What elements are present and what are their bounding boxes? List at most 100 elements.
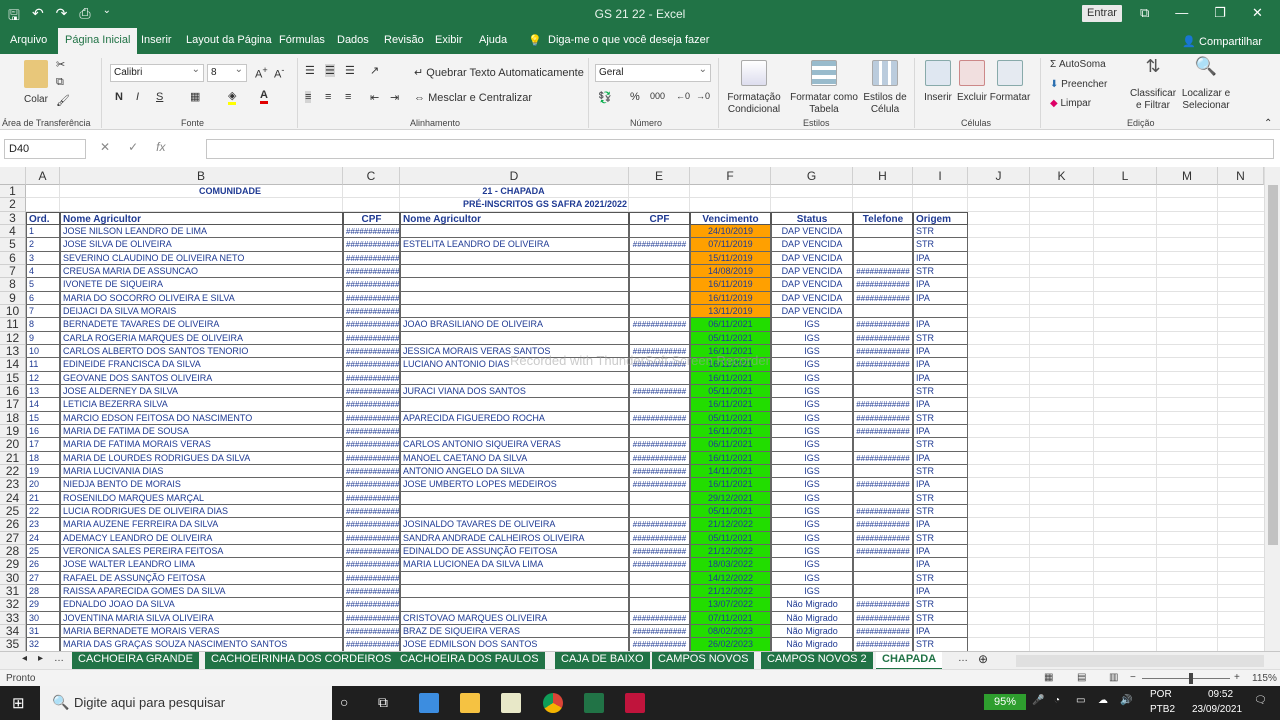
column-header-a[interactable]: A (26, 167, 60, 185)
row-header[interactable]: 27 (0, 531, 26, 545)
bold-icon[interactable]: N (115, 91, 123, 103)
network-icon[interactable]: ◔ (1054, 695, 1060, 706)
cell-r10-c2[interactable]: ############ (343, 344, 400, 359)
italic-icon[interactable]: I (136, 91, 139, 103)
tab-dados[interactable]: Dados (337, 34, 369, 46)
cell-r9-c0[interactable]: 9 (26, 331, 60, 345)
cell-r23-c6[interactable]: IGS (771, 518, 853, 532)
cell-r23-c2[interactable]: ############ (343, 518, 400, 532)
row-header[interactable]: 4 (0, 224, 26, 239)
cell-r1-c4[interactable] (629, 224, 690, 239)
cell-r3-c8[interactable]: IPA (913, 251, 968, 265)
cell-r5-c3[interactable] (400, 278, 629, 292)
cell-r27-c0[interactable]: 27 (26, 571, 60, 585)
cell-r15-c0[interactable]: 15 (26, 411, 60, 425)
cell-r17-c8[interactable]: STR (913, 438, 968, 452)
cell-r12-c6[interactable]: IGS (771, 371, 853, 385)
cell-r4-c8[interactable]: STR (913, 264, 968, 279)
cell-r3-c2[interactable]: ############ (343, 251, 400, 265)
row-header[interactable]: 16 (0, 384, 26, 399)
zoom-level[interactable]: 115% (1252, 673, 1277, 684)
cell-r12-c0[interactable]: 12 (26, 371, 60, 385)
cell-r9-c1[interactable]: CARLA ROGERIA MARQUES DE OLIVEIRA (60, 331, 343, 345)
cell-r18-c8[interactable]: IPA (913, 451, 968, 465)
battery-indicator[interactable]: 95% (984, 694, 1026, 710)
input-language[interactable]: POR (1150, 689, 1172, 700)
formula-input[interactable] (206, 139, 1274, 159)
tab-formulas[interactable]: Fórmulas (279, 34, 325, 46)
tab-ajuda[interactable]: Ajuda (479, 34, 507, 46)
mic-icon[interactable]: 🎤 (1032, 695, 1044, 706)
collapse-ribbon-icon[interactable]: ⌃ (1264, 118, 1272, 129)
cell-r19-c7[interactable] (853, 464, 913, 479)
align-center-icon[interactable]: ≡ (325, 91, 331, 103)
row-header[interactable]: 8 (0, 277, 26, 292)
column-header-g[interactable]: G (771, 167, 853, 185)
cell-r13-c1[interactable]: JOSE ALDERNEY DA SILVA (60, 384, 343, 399)
tray-app-icon[interactable]: ▭ (1076, 695, 1085, 706)
cell-r10-c0[interactable]: 10 (26, 344, 60, 359)
cell-r16-c5[interactable]: 16/11/2021 (690, 424, 771, 439)
cell-r28-c2[interactable]: ############ (343, 584, 400, 599)
cell-r11-c0[interactable]: 11 (26, 358, 60, 372)
row-header[interactable]: 31 (0, 584, 26, 599)
borders-icon[interactable]: ▦ (190, 90, 200, 103)
cell-r19-c8[interactable]: STR (913, 464, 968, 479)
cell-r23-c1[interactable]: MARIA AUZENE FERREIRA DA SILVA (60, 518, 343, 532)
cell-r6-c2[interactable]: ############ (343, 291, 400, 305)
cell-r7-c0[interactable]: 7 (26, 304, 60, 319)
cell-r17-c4[interactable]: ############ (629, 438, 690, 452)
more-sheets-right-icon[interactable]: … (958, 653, 968, 664)
file-explorer-icon[interactable] (460, 693, 480, 713)
accounting-format-icon[interactable]: 💱 (598, 91, 612, 104)
sheet-tab[interactable]: CAMPOS NOVOS (652, 652, 755, 670)
cell-r32-c6[interactable]: Não Migrado (771, 638, 853, 651)
title-community[interactable]: COMUNIDADE (60, 185, 400, 198)
sheet-tab[interactable]: CHAPADA (876, 652, 943, 670)
cell-r17-c1[interactable]: MARIA DE FATIMA MORAIS VERAS (60, 438, 343, 452)
cell-r8-c1[interactable]: BERNADETE TAVARES DE OLIVEIRA (60, 318, 343, 332)
cell-r3-c1[interactable]: SEVERINO CLAUDINO DE OLIVEIRA NETO (60, 251, 343, 265)
cell-r19-c6[interactable]: IGS (771, 464, 853, 479)
cell-r25-c3[interactable]: EDINALDO DE ASSUNÇÃO FEITOSA (400, 544, 629, 559)
chrome-icon[interactable] (543, 693, 563, 713)
cell-r13-c0[interactable]: 13 (26, 384, 60, 399)
cell-r7-c6[interactable]: DAP VENCIDA (771, 304, 853, 319)
cell-r24-c2[interactable]: ############ (343, 531, 400, 545)
cell-r5-c2[interactable]: ############ (343, 278, 400, 292)
cell-r28-c0[interactable]: 28 (26, 584, 60, 599)
cell-r17-c0[interactable]: 17 (26, 438, 60, 452)
cell-r17-c2[interactable]: ############ (343, 438, 400, 452)
cell-r16-c3[interactable] (400, 424, 629, 439)
cell-r2-c2[interactable]: ############ (343, 238, 400, 252)
cell-r18-c2[interactable]: ############ (343, 451, 400, 465)
cell-r23-c3[interactable]: JOSINALDO TAVARES DE OLIVEIRA (400, 518, 629, 532)
row-header[interactable]: 1 (0, 184, 26, 199)
cell-r7-c3[interactable] (400, 304, 629, 319)
cell-r21-c2[interactable]: ############ (343, 491, 400, 505)
cell-r3-c5[interactable]: 15/11/2019 (690, 251, 771, 265)
cell-r7-c4[interactable] (629, 304, 690, 319)
decrease-decimal-icon[interactable]: →0 (696, 91, 710, 101)
cell-r10-c6[interactable]: IGS (771, 344, 853, 359)
cell-r18-c0[interactable]: 18 (26, 451, 60, 465)
cell-r4-c6[interactable]: DAP VENCIDA (771, 264, 853, 279)
next-sheet-icon[interactable]: ▸ (38, 653, 43, 664)
row-header[interactable]: 29 (0, 557, 26, 572)
cell-r8-c4[interactable]: ############ (629, 318, 690, 332)
align-bottom-icon[interactable]: ☰ (345, 64, 355, 77)
header-8[interactable]: Origem (913, 211, 968, 225)
cell-r26-c6[interactable]: IGS (771, 558, 853, 572)
cell-r28-c4[interactable] (629, 584, 690, 599)
cell-r5-c0[interactable]: 5 (26, 278, 60, 292)
cell-r22-c1[interactable]: LUCIA RODRIGUES DE OLIVEIRA DIAS (60, 504, 343, 519)
cell-r12-c4[interactable] (629, 371, 690, 385)
cell-r24-c0[interactable]: 24 (26, 531, 60, 545)
column-header-h[interactable]: H (853, 167, 913, 185)
cell-r25-c7[interactable]: ############ (853, 544, 913, 559)
fill-color-icon[interactable]: ◈ (228, 89, 237, 105)
cell-r32-c4[interactable]: ############ (629, 638, 690, 651)
cell-r26-c8[interactable]: IPA (913, 558, 968, 572)
cell-r25-c1[interactable]: VERONICA SALES PEREIRA FEITOSA (60, 544, 343, 559)
cell-r28-c6[interactable]: IGS (771, 584, 853, 599)
